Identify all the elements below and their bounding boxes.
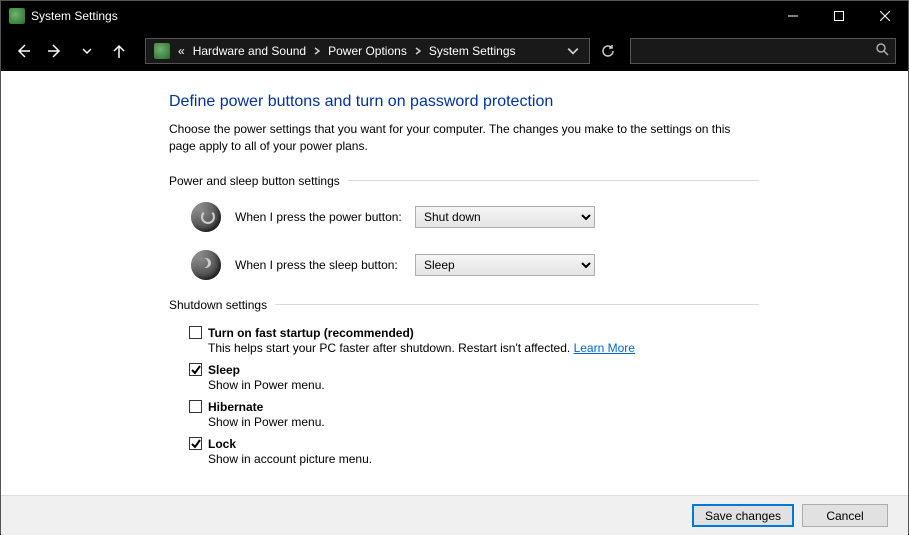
page-heading: Define power buttons and turn on passwor… bbox=[169, 93, 759, 111]
page-subtext: Choose the power settings that you want … bbox=[169, 121, 759, 156]
breadcrumb-prefix[interactable]: « bbox=[174, 39, 189, 63]
recent-locations-button[interactable] bbox=[73, 37, 101, 65]
sleep-button-row: When I press the sleep button: Sleep bbox=[191, 250, 759, 280]
chevron-right-icon[interactable] bbox=[411, 47, 425, 55]
fast-startup-label: Turn on fast startup (recommended) bbox=[208, 326, 414, 340]
navbar: « Hardware and Sound Power Options Syste… bbox=[1, 31, 908, 71]
section-shutdown-title: Shutdown settings bbox=[169, 298, 267, 312]
fast-startup-checkbox[interactable] bbox=[189, 326, 202, 339]
power-button-row: When I press the power button: Shut down bbox=[191, 202, 759, 232]
address-bar[interactable]: « Hardware and Sound Power Options Syste… bbox=[145, 38, 590, 64]
section-shutdown-header: Shutdown settings bbox=[169, 298, 759, 312]
cancel-button[interactable]: Cancel bbox=[802, 504, 888, 527]
lock-option: Lock Show in account picture menu. bbox=[189, 437, 759, 466]
power-button-select[interactable]: Shut down bbox=[415, 206, 595, 228]
content-area: Define power buttons and turn on passwor… bbox=[1, 71, 908, 495]
close-button[interactable] bbox=[862, 1, 908, 31]
window-title: System Settings bbox=[31, 9, 118, 23]
breadcrumb-item[interactable]: System Settings bbox=[425, 39, 520, 63]
sleep-option: Sleep Show in Power menu. bbox=[189, 363, 759, 392]
address-history-dropdown[interactable] bbox=[561, 38, 585, 64]
hibernate-checkbox[interactable] bbox=[189, 400, 202, 413]
fast-startup-option: Turn on fast startup (recommended) This … bbox=[189, 326, 759, 355]
up-button[interactable] bbox=[105, 37, 133, 65]
learn-more-link[interactable]: Learn More bbox=[574, 341, 635, 355]
lock-checkbox[interactable] bbox=[189, 437, 202, 450]
titlebar: System Settings bbox=[1, 1, 908, 31]
search-input[interactable] bbox=[630, 38, 896, 64]
lock-desc: Show in account picture menu. bbox=[208, 452, 759, 466]
button-bar: Save changes Cancel bbox=[1, 495, 908, 535]
maximize-button[interactable] bbox=[816, 1, 862, 31]
save-changes-button[interactable]: Save changes bbox=[692, 504, 794, 527]
power-icon bbox=[191, 202, 221, 232]
hibernate-desc: Show in Power menu. bbox=[208, 415, 759, 429]
back-button[interactable] bbox=[9, 37, 37, 65]
sleep-button-label: When I press the sleep button: bbox=[235, 258, 415, 272]
fast-startup-desc: This helps start your PC faster after sh… bbox=[208, 341, 759, 355]
control-panel-icon bbox=[154, 43, 170, 59]
search-icon bbox=[876, 43, 889, 59]
sleep-checkbox[interactable] bbox=[189, 363, 202, 376]
chevron-right-icon[interactable] bbox=[310, 47, 324, 55]
sleep-button-select[interactable]: Sleep bbox=[415, 254, 595, 276]
sleep-desc: Show in Power menu. bbox=[208, 378, 759, 392]
sleep-label: Sleep bbox=[208, 363, 240, 377]
power-button-label: When I press the power button: bbox=[235, 210, 415, 224]
lock-label: Lock bbox=[208, 437, 236, 451]
refresh-button[interactable] bbox=[596, 38, 620, 64]
sleep-icon bbox=[191, 250, 221, 280]
minimize-button[interactable] bbox=[770, 1, 816, 31]
hibernate-label: Hibernate bbox=[208, 400, 263, 414]
app-icon bbox=[9, 8, 25, 24]
section-power-header: Power and sleep button settings bbox=[169, 174, 759, 188]
breadcrumb-item[interactable]: Hardware and Sound bbox=[189, 39, 310, 63]
hibernate-option: Hibernate Show in Power menu. bbox=[189, 400, 759, 429]
forward-button[interactable] bbox=[41, 37, 69, 65]
section-power-title: Power and sleep button settings bbox=[169, 174, 340, 188]
breadcrumb-item[interactable]: Power Options bbox=[324, 39, 411, 63]
